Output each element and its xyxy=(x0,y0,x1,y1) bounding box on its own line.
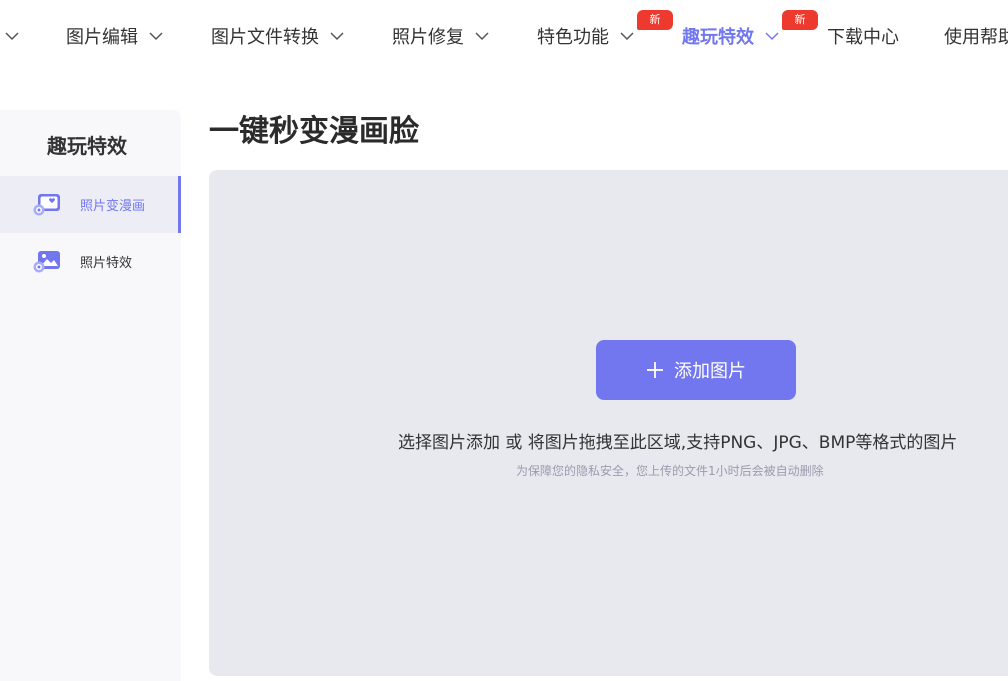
photo-cartoon-icon xyxy=(33,194,60,216)
chevron-down-icon xyxy=(475,32,489,41)
page-title: 一键秒变漫画脸 xyxy=(209,114,419,149)
sidebar-title: 趣玩特效 xyxy=(47,134,127,158)
chevron-down-icon xyxy=(149,32,163,41)
new-badge: 新 xyxy=(637,10,673,30)
nav-item-fun-effects[interactable]: 趣玩特效 xyxy=(682,22,780,50)
nav-item-download-center[interactable]: 下载中心 xyxy=(827,22,899,50)
sidebar-item-label: 照片特效 xyxy=(80,256,133,271)
chevron-down-icon[interactable] xyxy=(4,28,20,44)
plus-icon xyxy=(647,362,663,378)
sidebar-item-photo-cartoon[interactable]: 照片变漫画 xyxy=(0,176,181,233)
nav-item-label: 特色功能 xyxy=(537,27,609,48)
chevron-down-icon xyxy=(765,32,779,41)
photo-effect-icon xyxy=(33,251,60,273)
add-image-label: 添加图片 xyxy=(674,361,746,381)
upload-hint: 选择图片添加 或 将图片拖拽至此区域,支持PNG、JPG、BMP等格式的图片 xyxy=(398,433,958,453)
nav-item-label: 图片文件转换 xyxy=(211,27,319,48)
nav-item-label: 照片修复 xyxy=(392,27,464,48)
nav-item-image-edit[interactable]: 图片编辑 xyxy=(66,22,164,50)
top-nav: 图片编辑 图片文件转换 照片修复 特色功能 新 趣玩特效 新 下载中心 使用帮助 xyxy=(0,0,1008,72)
nav-item-label: 图片编辑 xyxy=(66,27,138,48)
sidebar: 趣玩特效 照片变漫画 照片特效 xyxy=(0,110,181,681)
nav-item-label: 使用帮助 xyxy=(944,27,1008,48)
nav-item-help[interactable]: 使用帮助 xyxy=(944,22,1008,50)
nav-item-label: 下载中心 xyxy=(827,27,899,48)
add-image-button[interactable]: 添加图片 xyxy=(596,340,796,400)
nav-item-featured[interactable]: 特色功能 xyxy=(537,22,635,50)
new-badge: 新 xyxy=(782,10,818,30)
nav-item-image-convert[interactable]: 图片文件转换 xyxy=(211,22,345,50)
nav-item-photo-repair[interactable]: 照片修复 xyxy=(392,22,490,50)
upload-dropzone[interactable] xyxy=(209,170,1008,676)
chevron-down-icon xyxy=(330,32,344,41)
sidebar-item-label: 照片变漫画 xyxy=(80,199,146,214)
privacy-notice: 为保障您的隐私安全，您上传的文件1小时后会被自动删除 xyxy=(516,464,824,478)
sidebar-item-photo-effects[interactable]: 照片特效 xyxy=(0,233,181,290)
nav-item-label: 趣玩特效 xyxy=(682,27,754,48)
chevron-down-icon xyxy=(620,32,634,41)
